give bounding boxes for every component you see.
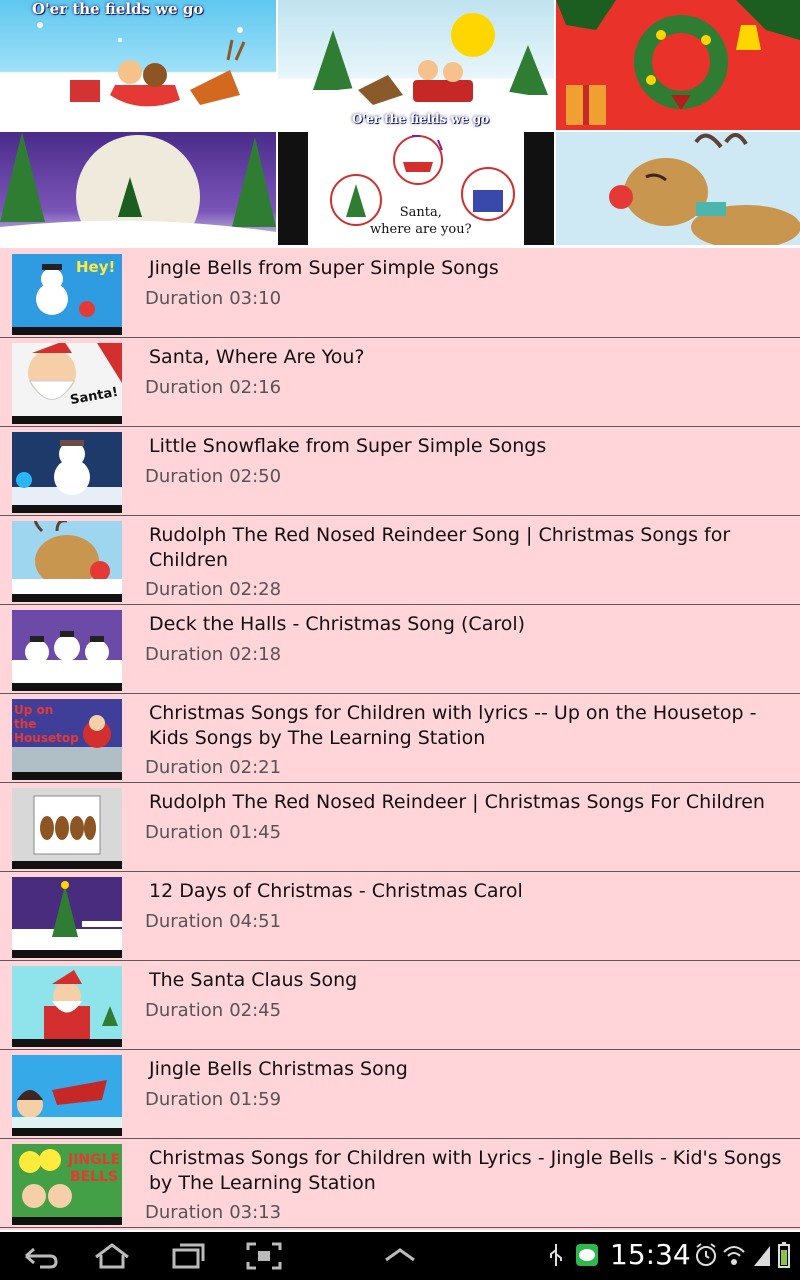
list-item[interactable]: Jingle Bells Christmas Song Duration 01:5…	[0, 1050, 800, 1139]
banner-tile-5[interactable]: Santa, where are you?	[278, 132, 554, 245]
banner-tile-1[interactable]: O'er the fields we go	[0, 0, 276, 130]
video-title[interactable]: Christmas Songs for Children with Lyrics…	[149, 1146, 797, 1196]
thumbnail-image: Santa!	[12, 343, 122, 416]
video-thumbnail[interactable]: Hey!	[12, 254, 122, 335]
video-title[interactable]: Rudolph The Red Nosed Reindeer Song | Ch…	[149, 523, 797, 573]
banner-grid: O'er the fields we go O'er the fields we…	[0, 0, 800, 245]
system-bar: 15:34	[0, 1232, 800, 1280]
wreath-bells-image	[556, 0, 800, 125]
reindeer-image	[609, 133, 800, 245]
thumbnail-image	[12, 610, 122, 683]
video-title[interactable]: Jingle Bells Christmas Song	[149, 1057, 797, 1082]
video-title[interactable]: Jingle Bells from Super Simple Songs	[149, 256, 797, 281]
video-duration: Duration 04:51	[145, 911, 282, 932]
banner-caption: Santa, where are you?	[370, 205, 472, 237]
line-app-icon	[576, 1244, 598, 1270]
video-thumbnail[interactable]	[12, 877, 122, 958]
video-title[interactable]: Santa, Where Are You?	[149, 345, 797, 370]
list-item[interactable]: Santa! Santa, Where Are You? Duration 02:…	[0, 338, 800, 427]
list-item[interactable]: Little Snowflake from Super Simple Songs…	[0, 427, 800, 516]
list-item[interactable]: Up on the Housetop Christmas Songs for C…	[0, 694, 800, 783]
video-list[interactable]: Hey! Jingle Bells from Super Simple Song…	[0, 248, 800, 1230]
back-icon[interactable]	[20, 1240, 60, 1272]
santa-sleigh-snow-image	[278, 13, 554, 130]
video-duration: Duration 02:28	[145, 579, 282, 600]
video-duration: Duration 03:13	[145, 1202, 282, 1223]
list-item[interactable]: Rudolph The Red Nosed Reindeer Song | Ch…	[0, 516, 800, 605]
video-title[interactable]: Deck the Halls - Christmas Song (Carol)	[149, 612, 797, 637]
list-item[interactable]: The Santa Claus Song Duration 02:45	[0, 961, 800, 1050]
video-title[interactable]: 12 Days of Christmas - Christmas Carol	[149, 879, 797, 904]
banner-caption: O'er the fields we go	[352, 112, 490, 126]
video-title[interactable]: Christmas Songs for Children with lyrics…	[149, 701, 797, 751]
video-thumbnail[interactable]: Up on the Housetop	[12, 699, 122, 780]
video-duration: Duration 02:16	[145, 377, 282, 398]
video-title[interactable]: Rudolph The Red Nosed Reindeer | Christm…	[149, 790, 797, 815]
banner-tile-2[interactable]: O'er the fields we go	[278, 0, 554, 130]
thumbnail-image	[12, 1055, 122, 1128]
thumbnail-image: Up on the Housetop	[12, 699, 122, 772]
battery-icon	[776, 1242, 792, 1274]
up-arrow-icon[interactable]	[380, 1240, 420, 1272]
thumbnail-image: Hey!	[12, 254, 122, 327]
list-item[interactable]: JINGLE BELLS Christmas Songs for Childre…	[0, 1139, 800, 1228]
video-thumbnail[interactable]	[12, 1055, 122, 1136]
status-clock: 15:34	[610, 1238, 691, 1271]
video-thumbnail[interactable]	[12, 788, 122, 869]
signal-icon	[752, 1242, 772, 1272]
banner-tile-6[interactable]	[556, 132, 800, 245]
banner-tile-4[interactable]	[0, 132, 276, 245]
video-thumbnail[interactable]	[12, 610, 122, 691]
screenshot-icon[interactable]	[244, 1240, 284, 1272]
thumbnail-image	[12, 788, 122, 861]
sleigh-kids-image	[37, 22, 246, 107]
thumbnail-image	[12, 521, 122, 594]
video-duration: Duration 01:59	[145, 1089, 282, 1110]
video-title[interactable]: The Santa Claus Song	[149, 968, 797, 993]
video-thumbnail[interactable]: JINGLE BELLS	[12, 1144, 122, 1225]
video-duration: Duration 02:21	[145, 757, 282, 778]
list-item[interactable]: Deck the Halls - Christmas Song (Carol) …	[0, 605, 800, 694]
video-title[interactable]: Little Snowflake from Super Simple Songs	[149, 434, 797, 459]
video-thumbnail[interactable]: Santa!	[12, 343, 122, 424]
moon-tree-image	[0, 132, 276, 245]
list-item[interactable]: 12 Days of Christmas - Christmas Carol D…	[0, 872, 800, 961]
video-duration: Duration 03:10	[145, 288, 282, 309]
thumbnail-text: Hey!	[76, 258, 116, 276]
thumbnail-image	[12, 966, 122, 1039]
recent-apps-icon[interactable]	[168, 1240, 208, 1272]
thumbnail-image: JINGLE BELLS	[12, 1144, 122, 1217]
video-thumbnail[interactable]	[12, 966, 122, 1047]
alarm-icon	[694, 1242, 718, 1272]
video-duration: Duration 02:18	[145, 644, 282, 665]
video-thumbnail[interactable]	[12, 521, 122, 602]
thumbnail-text: JINGLE BELLS	[68, 1152, 121, 1185]
thumbnail-image	[12, 432, 122, 505]
video-duration: Duration 01:45	[145, 822, 282, 843]
list-item[interactable]: Rudolph The Red Nosed Reindeer | Christm…	[0, 783, 800, 872]
video-duration: Duration 02:45	[145, 1000, 282, 1021]
list-item[interactable]: Hey! Jingle Bells from Super Simple Song…	[0, 248, 800, 338]
home-icon[interactable]	[92, 1240, 132, 1272]
usb-icon	[548, 1242, 564, 1272]
wifi-icon	[722, 1242, 746, 1272]
thumbnail-text: Up on the Housetop	[14, 703, 79, 745]
santa-where-image: Santa, where are you?	[308, 132, 524, 245]
banner-tile-3[interactable]	[556, 0, 800, 130]
thumbnail-image	[12, 877, 122, 950]
banner-caption: O'er the fields we go	[32, 0, 204, 18]
video-duration: Duration 02:50	[145, 466, 282, 487]
video-thumbnail[interactable]	[12, 432, 122, 513]
